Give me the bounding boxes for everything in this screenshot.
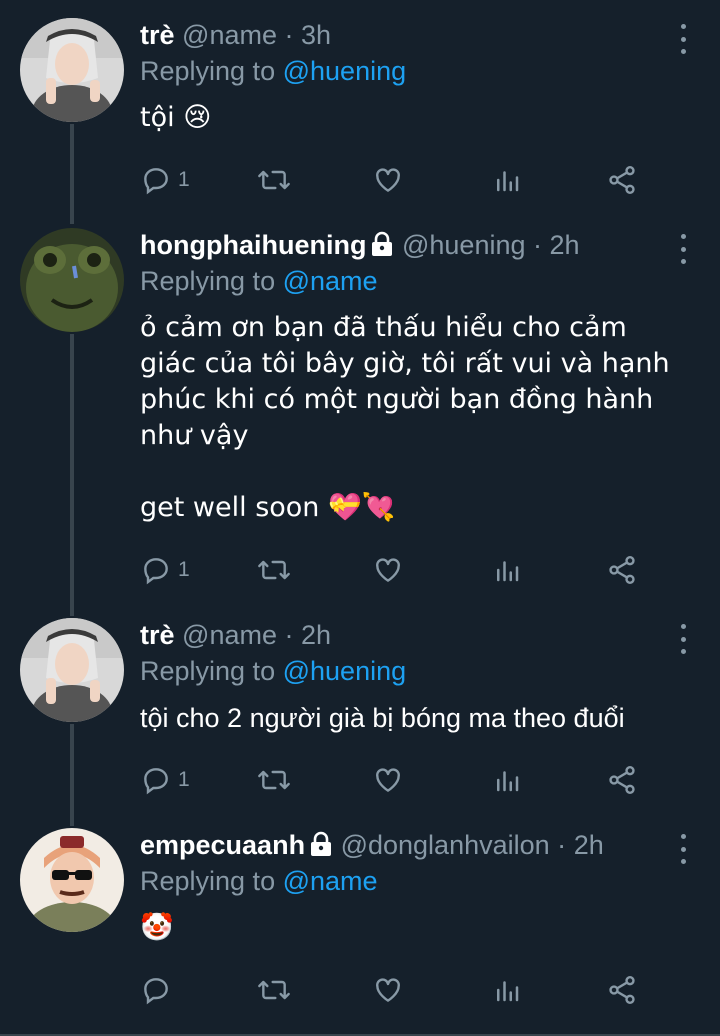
lock-icon [311,831,332,856]
analytics-button[interactable] [492,760,522,800]
timestamp[interactable]: 2h [574,830,604,860]
action-bar: 1 [140,550,660,590]
like-button[interactable] [372,160,404,200]
display-name[interactable]: trè [140,620,175,650]
reply-button[interactable]: 1 [140,760,190,800]
more-icon[interactable] [676,24,690,54]
analytics-icon [497,171,519,192]
tweet[interactable]: empecuaanh @donglanhvailon · 2h Replying… [0,810,720,1036]
like-icon [376,168,400,192]
share-button[interactable] [606,550,638,590]
reply-icon [144,168,168,195]
tweet-header: empecuaanh @donglanhvailon · 2h [140,828,680,862]
timestamp[interactable]: 3h [301,20,331,50]
retweet-button[interactable] [256,760,292,800]
replying-prefix: Replying to [140,56,276,86]
retweet-icon [258,770,290,790]
display-name[interactable]: hongphaihuening [140,230,366,260]
action-bar [140,970,660,1010]
display-name[interactable]: trè [140,20,175,50]
mention-link[interactable]: @huening [283,656,407,686]
reply-count: 1 [178,168,190,191]
share-icon [609,166,635,194]
action-bar: 1 [140,760,660,800]
share-button[interactable] [606,760,638,800]
replying-to: Replying to @name [140,864,680,898]
mention-link[interactable]: @huening [283,56,407,86]
reply-count: 1 [178,768,190,791]
retweet-icon [258,170,290,190]
action-bar: 1 [140,160,660,200]
tweet-header: trè @name · 3h [140,18,680,52]
retweet-button[interactable] [256,550,292,590]
reply-icon [144,978,168,1005]
share-icon [609,976,635,1004]
analytics-icon [497,561,519,582]
analytics-icon [497,771,519,792]
user-handle[interactable]: @name [182,620,277,650]
reply-button[interactable]: 1 [140,160,190,200]
share-icon [609,766,635,794]
reply-button[interactable] [140,970,172,1010]
avatar[interactable] [20,618,124,722]
more-icon[interactable] [676,624,690,654]
analytics-button[interactable] [492,160,522,200]
like-icon [376,558,400,582]
retweet-icon [258,980,290,1000]
reply-icon [144,558,168,585]
avatar[interactable] [20,18,124,122]
analytics-button[interactable] [492,550,522,590]
separator: · [533,230,543,260]
display-name[interactable]: empecuaanh [140,830,305,860]
replying-prefix: Replying to [140,656,276,686]
tweet-text: tội 😢 [140,102,212,133]
separator: · [557,830,567,860]
share-icon [609,556,635,584]
retweet-button[interactable] [256,970,292,1010]
timestamp[interactable]: 2h [301,620,331,650]
more-icon[interactable] [676,834,690,864]
tweet-text: 🤡 [140,912,174,943]
share-button[interactable] [606,160,638,200]
reply-count: 1 [178,558,190,581]
share-button[interactable] [606,970,638,1010]
replying-to: Replying to @huening [140,54,680,88]
analytics-icon [497,981,519,1002]
tweet-text: tội cho 2 người già bị bóng ma theo đuổi [140,703,625,733]
tweet[interactable]: hongphaihuening @huening · 2h Replying t… [0,210,720,610]
like-icon [376,978,400,1002]
separator: · [284,620,294,650]
separator: · [284,20,294,50]
analytics-button[interactable] [492,970,522,1010]
mention-link[interactable]: @name [283,266,378,296]
user-handle[interactable]: @donglanhvailon [341,830,550,860]
user-handle[interactable]: @name [182,20,277,50]
like-button[interactable] [372,760,404,800]
reply-icon [144,768,168,795]
retweet-icon [258,560,290,580]
tweet-text: ỏ cảm ơn bạn đã thấu hiểu cho cảm giác c… [140,312,670,523]
retweet-button[interactable] [256,160,292,200]
like-button[interactable] [372,550,404,590]
avatar[interactable] [20,228,124,332]
reply-button[interactable]: 1 [140,550,190,590]
replying-prefix: Replying to [140,866,276,896]
mention-link[interactable]: @name [283,866,378,896]
like-icon [376,768,400,792]
tweet-header: hongphaihuening @huening · 2h [140,228,680,262]
avatar[interactable] [20,828,124,932]
replying-to: Replying to @name [140,264,680,298]
tweet[interactable]: trè @name · 2h Replying to @huening tội … [0,600,720,810]
like-button[interactable] [372,970,404,1010]
replying-to: Replying to @huening [140,654,680,688]
tweet-header: trè @name · 2h [140,618,680,652]
replying-prefix: Replying to [140,266,276,296]
tweet[interactable]: trè @name · 3h Replying to @huening tội … [0,0,720,210]
more-icon[interactable] [676,234,690,264]
user-handle[interactable]: @huening [402,230,526,260]
lock-icon [372,231,393,256]
timestamp[interactable]: 2h [550,230,580,260]
